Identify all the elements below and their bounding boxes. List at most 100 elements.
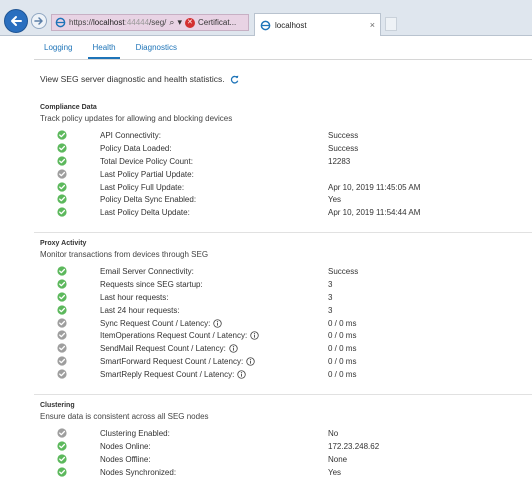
status-label: ItemOperations Request Count / Latency: bbox=[100, 331, 259, 340]
status-value: 0 / 0 ms bbox=[328, 318, 357, 328]
status-label-text: Email Server Connectivity: bbox=[100, 267, 194, 276]
status-label-text: Nodes Synchronized: bbox=[100, 467, 177, 477]
status-label: SmartReply Request Count / Latency: bbox=[100, 370, 246, 379]
status-row: Last Policy Full Update: Apr 10, 2019 11:… bbox=[40, 181, 420, 195]
close-tab-icon[interactable]: × bbox=[370, 20, 375, 30]
tab-diagnostics[interactable]: Diagnostics bbox=[126, 37, 187, 59]
forward-button[interactable] bbox=[31, 13, 47, 29]
status-row: ItemOperations Request Count / Latency: 0… bbox=[40, 330, 356, 343]
search-icon[interactable]: ⌕ bbox=[169, 17, 174, 28]
status-row: Total Device Policy Count: 12283 bbox=[40, 156, 350, 169]
success-check-icon bbox=[57, 194, 67, 205]
status-label-text: Last hour requests: bbox=[100, 292, 169, 302]
status-label: Last Policy Partial Update: bbox=[100, 170, 194, 179]
section-description: Track policy updates for allowing and bl… bbox=[40, 114, 233, 123]
refresh-icon[interactable] bbox=[230, 75, 239, 84]
info-icon[interactable] bbox=[250, 331, 259, 341]
status-value: 3 bbox=[328, 305, 333, 315]
status-label-text: Last 24 hour requests: bbox=[100, 305, 180, 315]
success-check-icon bbox=[57, 441, 67, 451]
status-label: Nodes Synchronized: bbox=[100, 468, 176, 477]
status-label: Last Policy Delta Update: bbox=[100, 208, 190, 217]
back-button[interactable] bbox=[4, 9, 28, 33]
success-check-icon bbox=[57, 467, 67, 477]
status-value: 0 / 0 ms bbox=[328, 357, 357, 367]
section-title: Clustering bbox=[40, 402, 75, 409]
status-row: Last Policy Delta Update: Apr 10, 2019 11… bbox=[40, 207, 420, 220]
success-check-icon bbox=[57, 143, 67, 153]
info-icon[interactable] bbox=[213, 318, 222, 328]
status-value: 0 / 0 ms bbox=[328, 331, 357, 341]
success-check-icon bbox=[57, 181, 67, 192]
status-value: Success bbox=[328, 143, 359, 153]
status-row: Sync Request Count / Latency: 0 / 0 ms bbox=[40, 317, 356, 331]
status-row: SmartReply Request Count / Latency: 0 / 0… bbox=[40, 369, 356, 382]
status-list: API Connectivity: Success Policy Data Load… bbox=[40, 130, 420, 220]
status-label-text: SmartForward Request Count / Latency: bbox=[100, 357, 244, 367]
status-value: Apr 10, 2019 11:54:44 AM bbox=[328, 208, 421, 218]
success-check-icon bbox=[57, 207, 67, 217]
status-label: Requests since SEG startup: bbox=[100, 280, 203, 289]
status-label-text: Nodes Online: bbox=[100, 441, 151, 451]
success-check-icon bbox=[57, 266, 67, 276]
status-label: Last Policy Full Update: bbox=[100, 183, 184, 192]
certificate-error-icon[interactable]: ✕ bbox=[184, 17, 195, 28]
pending-check-icon bbox=[57, 330, 67, 341]
status-row: Nodes Online: 172.23.248.62 bbox=[40, 441, 379, 454]
status-label: Nodes Online: bbox=[100, 442, 151, 451]
info-icon[interactable] bbox=[246, 357, 255, 366]
success-check-icon bbox=[57, 305, 67, 315]
url-host: localhost bbox=[93, 18, 125, 27]
new-tab-button[interactable] bbox=[385, 17, 397, 31]
status-row: Clustering Enabled: No bbox=[40, 428, 338, 441]
status-value: Yes bbox=[328, 467, 342, 477]
tab-logging[interactable]: Logging bbox=[34, 37, 82, 59]
status-label-text: ItemOperations Request Count / Latency: bbox=[100, 331, 248, 341]
section-title: Proxy Activity bbox=[40, 240, 87, 247]
dropdown-icon[interactable]: ▾ bbox=[177, 17, 182, 28]
status-label-text: Last Policy Partial Update: bbox=[100, 169, 194, 179]
certificate-error-label[interactable]: Certificat... bbox=[198, 18, 236, 27]
tab-divider bbox=[34, 59, 532, 60]
status-value: 3 bbox=[328, 279, 333, 289]
section-divider bbox=[34, 394, 532, 395]
browser-tab-localhost[interactable]: localhost × bbox=[254, 13, 381, 36]
status-label-text: Policy Data Loaded: bbox=[100, 143, 172, 153]
status-label: Last 24 hour requests: bbox=[100, 306, 180, 315]
status-label-text: SendMail Request Count / Latency: bbox=[100, 344, 226, 354]
status-label: Policy Data Loaded: bbox=[100, 144, 172, 153]
arrow-left-icon bbox=[11, 16, 22, 26]
success-check-icon bbox=[57, 156, 67, 166]
info-icon[interactable] bbox=[237, 370, 246, 379]
status-row: Last hour requests: 3 bbox=[40, 292, 332, 305]
ie-favicon-icon bbox=[55, 17, 66, 28]
section-clustering: Clustering Ensure data is consistent acr… bbox=[40, 402, 379, 480]
success-check-icon bbox=[57, 130, 67, 140]
status-label-text: Total Device Policy Count: bbox=[100, 156, 193, 166]
status-row: SendMail Request Count / Latency: 0 / 0 m… bbox=[40, 343, 356, 356]
status-value: Apr 10, 2019 11:45:05 AM bbox=[328, 182, 421, 192]
status-label: Nodes Offline: bbox=[100, 455, 151, 464]
status-value: No bbox=[328, 429, 339, 438]
section-title: Compliance Data bbox=[40, 104, 97, 111]
status-value: 3 bbox=[328, 292, 333, 302]
status-row: SmartForward Request Count / Latency: 0 /… bbox=[40, 356, 356, 369]
url-port: :44444 bbox=[124, 18, 150, 27]
status-list: Clustering Enabled: No Nodes Online: 172.23… bbox=[40, 428, 379, 480]
status-label: Clustering Enabled: bbox=[100, 429, 170, 438]
intro-text: View SEG server diagnostic and health st… bbox=[40, 74, 225, 84]
subtab-bar: Logging Health Diagnostics bbox=[34, 37, 187, 59]
status-label-text: Requests since SEG startup: bbox=[100, 279, 203, 289]
status-value: Success bbox=[328, 267, 359, 276]
url-scheme: https:// bbox=[69, 18, 94, 27]
status-label-text: Last Policy Delta Update: bbox=[100, 208, 190, 218]
status-label: Policy Delta Sync Enabled: bbox=[100, 195, 196, 204]
status-value: None bbox=[328, 454, 348, 464]
page-content: Logging Health Diagnostics View SEG serv… bbox=[0, 37, 532, 482]
info-icon[interactable] bbox=[229, 344, 238, 354]
address-bar[interactable]: https://localhost:44444/seg/ ⌕ ▾ ✕ Certi… bbox=[51, 14, 249, 31]
status-value: Success bbox=[328, 131, 359, 140]
success-check-icon bbox=[57, 292, 67, 302]
status-label-text: Nodes Offline: bbox=[100, 454, 151, 464]
tab-health[interactable]: Health bbox=[82, 37, 125, 59]
